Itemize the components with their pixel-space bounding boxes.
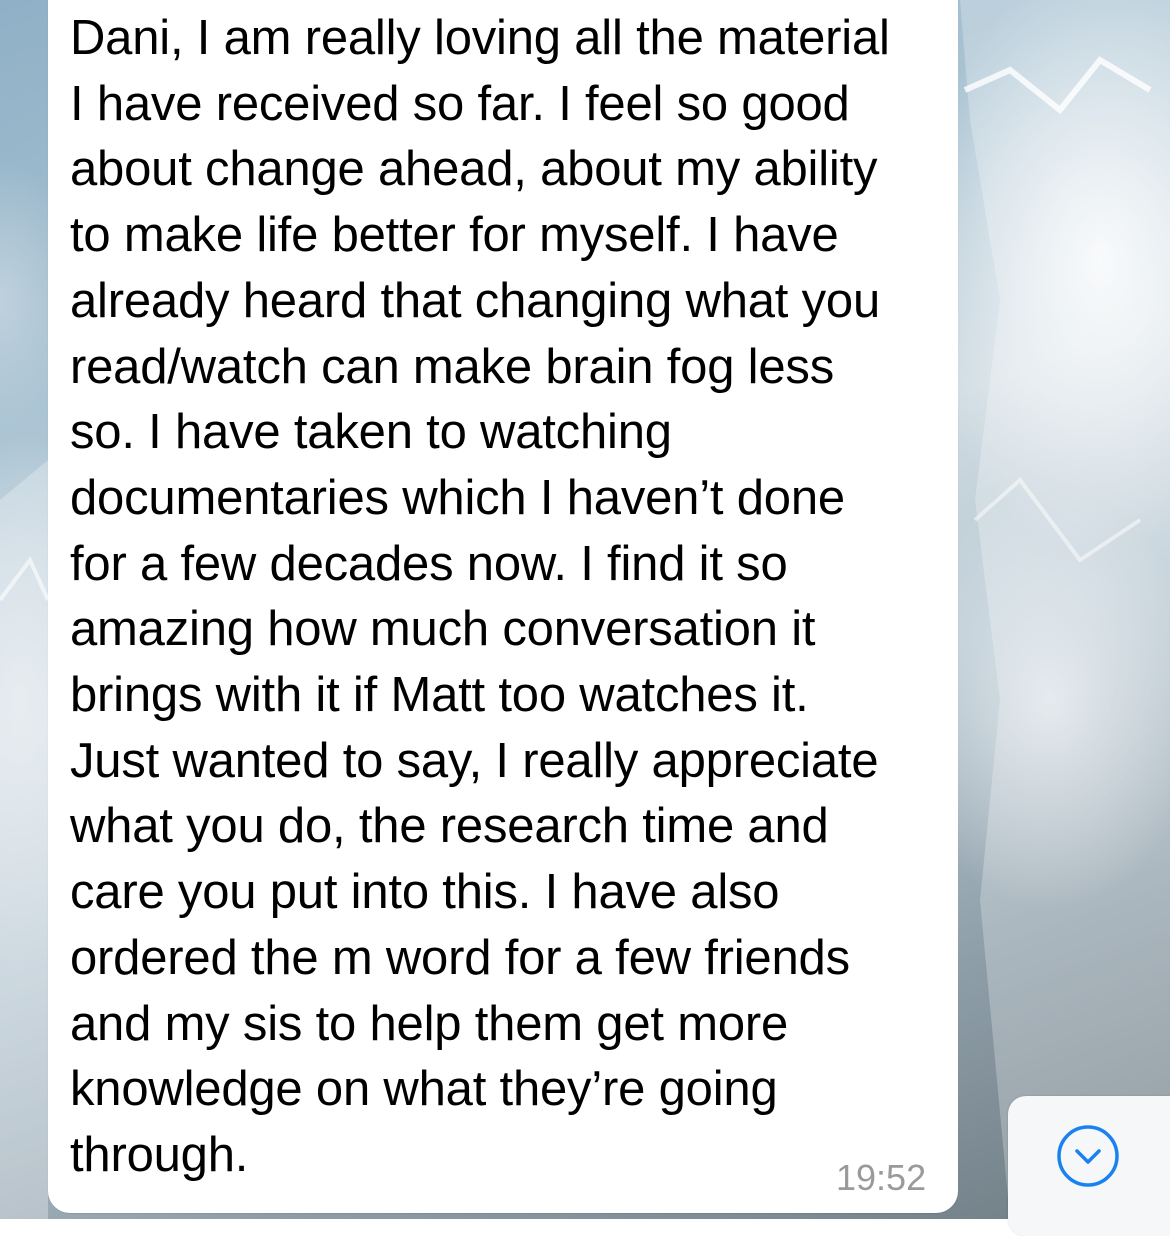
message-text: Dani, I am really loving all the materia… [70,11,890,1182]
chevron-down-circle-icon [1057,1125,1119,1187]
message-bubble[interactable]: Dani, I am really loving all the materia… [48,0,958,1213]
scroll-down-button[interactable] [1008,1096,1170,1236]
message-timestamp: 19:52 [836,1157,927,1198]
